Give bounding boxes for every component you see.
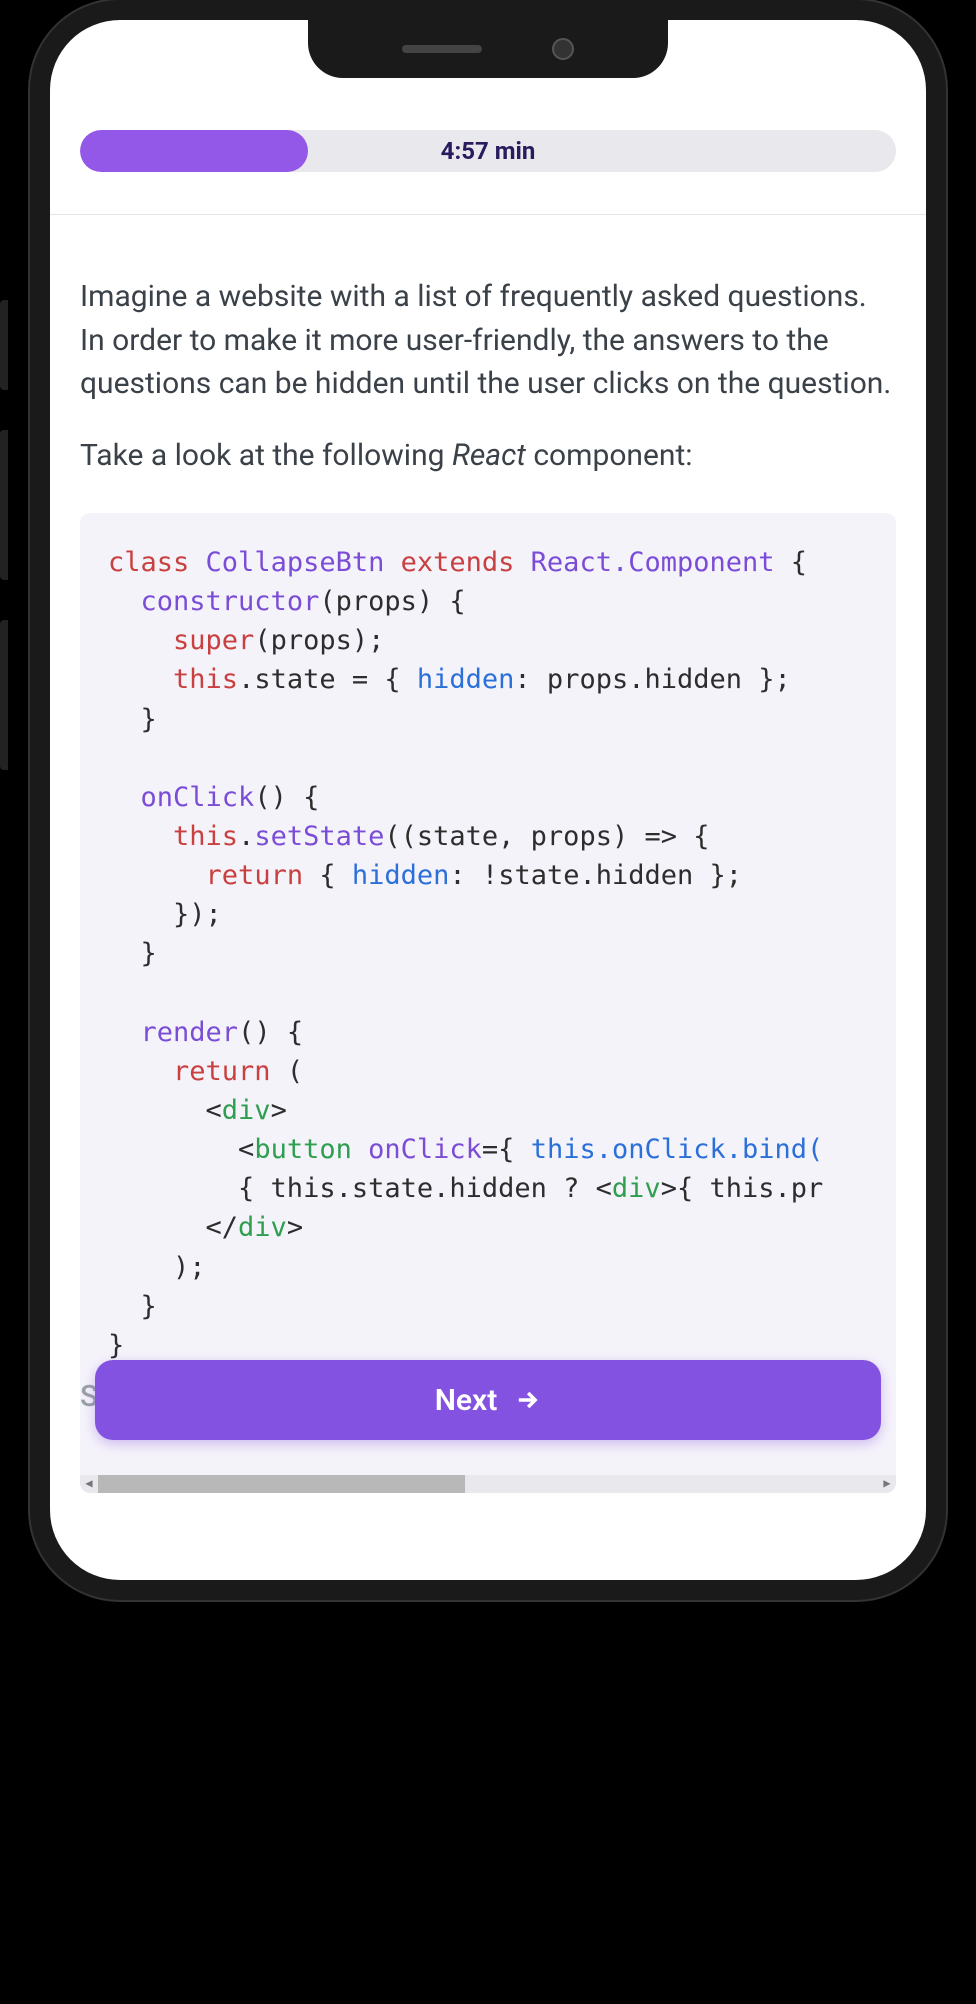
question-p2-pre: Take a look at the following <box>80 438 452 473</box>
scroll-right-arrow-icon[interactable]: ▶ <box>878 1475 896 1493</box>
main-content: 4:57 min Imagine a website with a list o… <box>50 20 926 1580</box>
code-block[interactable]: class CollapseBtn extends React.Componen… <box>80 513 896 1493</box>
next-button-label: Next <box>435 1383 498 1418</box>
progress-bar[interactable]: 4:57 min <box>80 130 896 172</box>
phone-frame: 4:57 min Imagine a website with a list o… <box>30 0 946 1600</box>
section-divider <box>50 214 926 215</box>
phone-notch <box>308 20 668 78</box>
question-paragraph-2: Take a look at the following React compo… <box>80 434 896 478</box>
code-content: class CollapseBtn extends React.Componen… <box>108 547 823 1439</box>
scroll-left-arrow-icon[interactable]: ◀ <box>80 1475 98 1493</box>
horizontal-scrollbar[interactable]: ◀ ▶ <box>80 1475 896 1493</box>
arrow-right-icon <box>513 1386 541 1414</box>
question-paragraph-1: Imagine a website with a list of frequen… <box>80 275 896 406</box>
question-p2-emphasis: React <box>452 438 526 473</box>
phone-screen: 4:57 min Imagine a website with a list o… <box>50 20 926 1580</box>
progress-time-label: 4:57 min <box>441 137 536 165</box>
progress-fill <box>80 130 308 172</box>
next-button[interactable]: Next <box>95 1360 881 1440</box>
scrollbar-thumb[interactable] <box>98 1475 465 1493</box>
question-p2-post: component: <box>526 438 693 473</box>
